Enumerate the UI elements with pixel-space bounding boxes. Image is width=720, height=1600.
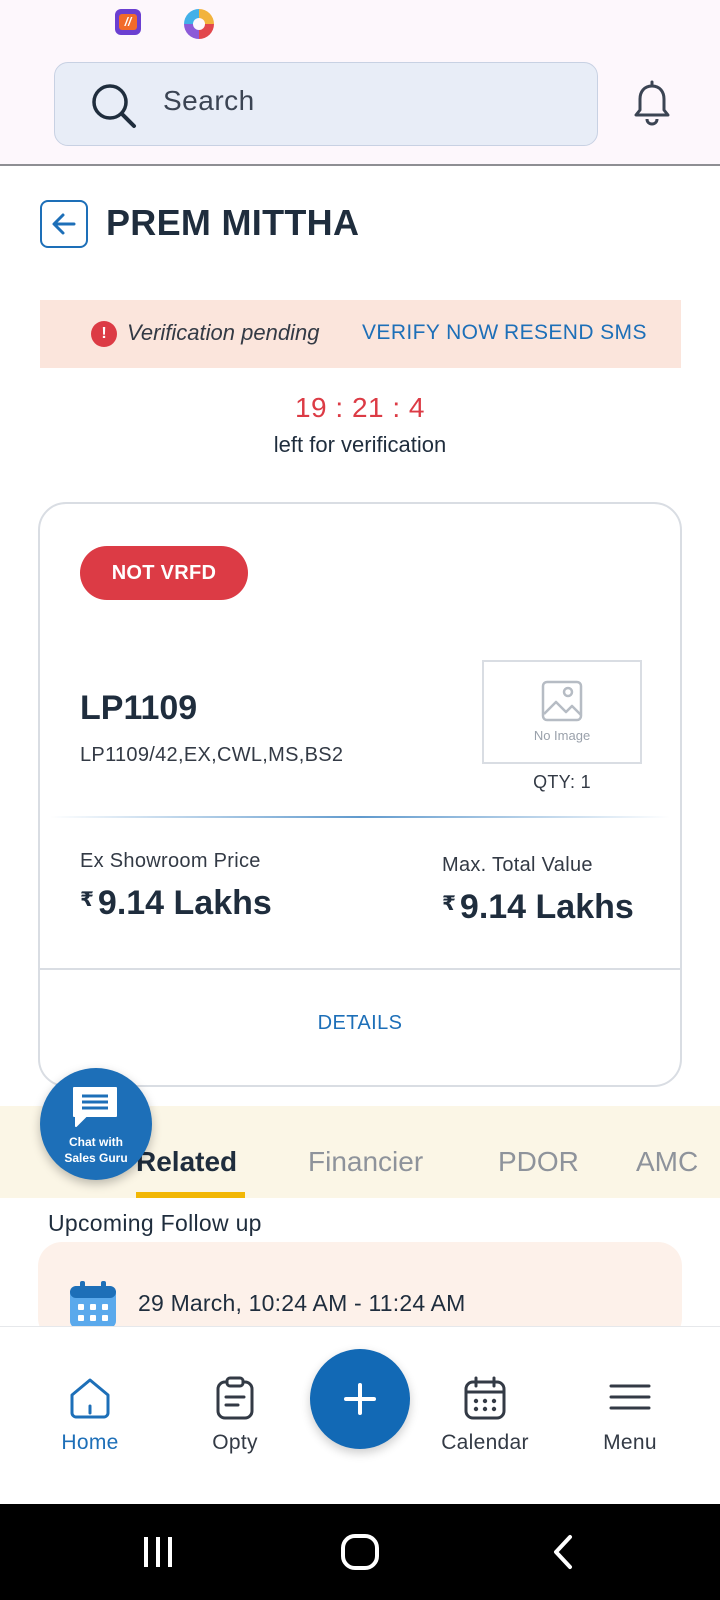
chat-fab-label: Chat with Sales Guru — [40, 1134, 152, 1166]
model-code: LP1109 — [80, 689, 198, 727]
search-input[interactable]: Search — [54, 62, 598, 146]
home-icon — [70, 1378, 110, 1419]
max-total-label: Max. Total Value — [442, 854, 593, 876]
notification-app-icon — [184, 9, 214, 39]
status-badge: NOT VRFD — [80, 546, 248, 600]
ex-showroom-amount: 9.14 Lakhs — [97, 884, 272, 922]
alert-icon: ! — [91, 321, 117, 347]
nav-home[interactable]: Home — [30, 1375, 150, 1455]
notification-app-icon: // — [115, 9, 141, 35]
nav-menu-label: Menu — [603, 1431, 657, 1454]
nav-calendar-label: Calendar — [441, 1431, 529, 1454]
hamburger-menu-icon — [609, 1384, 651, 1410]
nav-opty-label: Opty — [212, 1431, 258, 1454]
resend-sms-button[interactable]: RESEND SMS — [504, 321, 647, 345]
search-placeholder: Search — [163, 85, 255, 116]
verification-countdown: 19 : 21 : 4 — [294, 392, 426, 423]
bell-icon[interactable] — [632, 80, 672, 126]
calendar-icon — [464, 1376, 506, 1420]
chat-icon — [73, 1087, 117, 1127]
back-arrow-icon — [52, 213, 76, 235]
ex-showroom-value: ₹9.14 Lakhs — [80, 884, 272, 923]
max-total-amount: 9.14 Lakhs — [459, 888, 634, 926]
chat-label-line1: Chat with — [69, 1135, 123, 1149]
rupee-icon: ₹ — [442, 893, 456, 915]
chat-with-sales-guru-button[interactable]: Chat with Sales Guru — [40, 1068, 152, 1180]
followup-section-title: Upcoming Follow up — [48, 1210, 262, 1236]
nav-opty[interactable]: Opty — [175, 1375, 295, 1455]
card-divider — [40, 968, 680, 970]
max-total-value: ₹9.14 Lakhs — [442, 888, 634, 927]
calendar-icon — [70, 1281, 116, 1328]
countdown-label: left for verification — [273, 432, 447, 457]
bottom-navigation: Home Opty Calendar Menu — [0, 1326, 720, 1504]
tab-amc[interactable]: AMC — [636, 1146, 698, 1178]
back-icon[interactable] — [550, 1532, 578, 1572]
tab-pdor[interactable]: PDOR — [498, 1146, 579, 1178]
product-image-placeholder: No Image — [482, 660, 642, 764]
nav-home-label: Home — [61, 1431, 119, 1454]
product-card: NOT VRFD LP1109 LP1109/42,EX,CWL,MS,BS2 … — [38, 502, 682, 1087]
active-tab-indicator — [136, 1192, 245, 1198]
page-title: PREM MITTHA — [106, 202, 360, 243]
plus-icon — [344, 1383, 376, 1415]
verification-pending-text: Verification pending — [127, 320, 320, 345]
recent-apps-icon[interactable] — [140, 1532, 176, 1572]
clipboard-icon — [216, 1376, 254, 1420]
system-navigation-bar — [0, 1504, 720, 1600]
back-button[interactable] — [40, 200, 88, 248]
home-button-icon[interactable] — [340, 1532, 380, 1572]
followup-time: 29 March, 10:24 AM - 11:24 AM — [138, 1290, 466, 1316]
image-icon — [541, 680, 583, 722]
details-button[interactable]: DETAILS — [40, 1012, 680, 1035]
tab-financier[interactable]: Financier — [308, 1146, 423, 1178]
model-variant: LP1109/42,EX,CWL,MS,BS2 — [80, 744, 344, 766]
rupee-icon: ₹ — [80, 889, 94, 911]
card-divider — [50, 816, 670, 818]
nav-calendar[interactable]: Calendar — [425, 1375, 545, 1455]
search-icon — [92, 84, 136, 128]
verification-banner: ! Verification pending VERIFY NOW RESEND… — [40, 300, 681, 368]
quantity-text: QTY: 1 — [533, 772, 591, 792]
verify-now-button[interactable]: VERIFY NOW — [362, 321, 499, 345]
no-image-text: No Image — [533, 728, 591, 743]
chat-label-line2: Sales Guru — [64, 1151, 128, 1165]
ex-showroom-label: Ex Showroom Price — [80, 850, 261, 872]
top-header: Search — [0, 48, 720, 166]
add-button[interactable] — [310, 1349, 410, 1449]
status-bar: // — [0, 0, 720, 48]
nav-menu[interactable]: Menu — [570, 1375, 690, 1455]
